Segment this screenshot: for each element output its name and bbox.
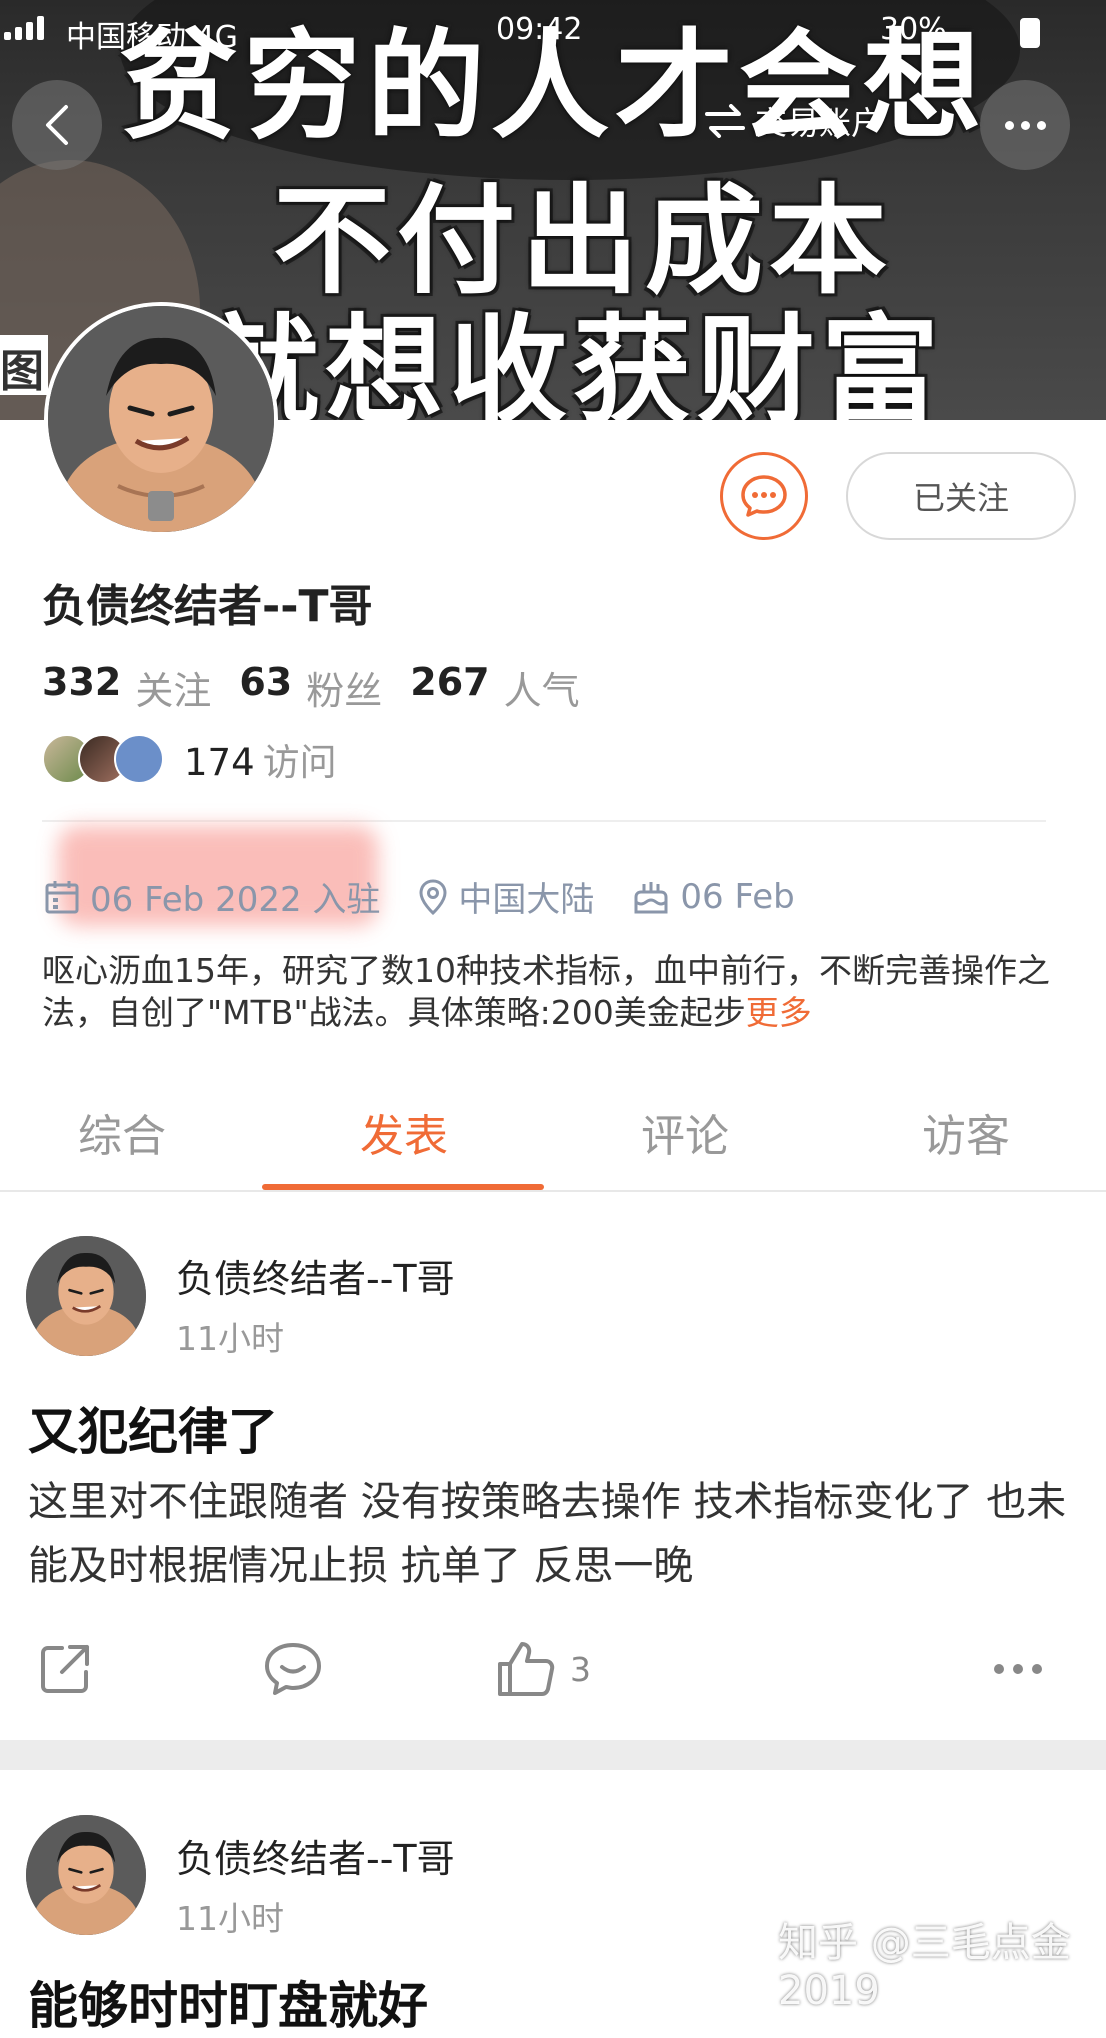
- location-label: 中国大陆: [458, 880, 595, 920]
- like-count: 3: [570, 1649, 591, 1689]
- post-time: 11小时: [176, 1319, 284, 1358]
- location: 中国大陆: [418, 872, 594, 921]
- tab-overview[interactable]: 综合: [0, 1100, 262, 1164]
- avatar-cartoon-icon: [48, 306, 274, 532]
- battery-icon: [1020, 18, 1040, 48]
- chat-bubble-icon: [741, 475, 787, 517]
- carrier-label: 中国移动 4G: [66, 20, 238, 55]
- more-dot-icon: [1020, 120, 1030, 130]
- popularity-label: 人气: [503, 669, 580, 713]
- location-pin-icon: [419, 878, 447, 915]
- post-separator: [0, 1740, 1106, 1770]
- post-author-name[interactable]: 负债终结者--T哥: [176, 1828, 455, 1883]
- visits-summary: 174 访问: [184, 732, 337, 786]
- post-actions: 3: [0, 1640, 1106, 1710]
- tab-comments[interactable]: 评论: [545, 1100, 825, 1164]
- back-button[interactable]: [12, 80, 102, 170]
- profile-stats: 332 关注 63 粉丝 267 人气: [42, 660, 594, 715]
- cake-icon: [634, 881, 668, 913]
- share-icon: [41, 1645, 89, 1693]
- post-author-name[interactable]: 负债终结者--T哥: [176, 1248, 455, 1303]
- signal-icon: [4, 16, 44, 40]
- post-more-button[interactable]: [994, 1664, 1042, 1674]
- message-button[interactable]: [720, 452, 808, 540]
- divider: [0, 1190, 1106, 1192]
- more-dot-icon: [1036, 120, 1046, 130]
- battery-percent: 30%: [880, 12, 947, 47]
- visits-label: 访问: [262, 741, 337, 784]
- visitor-avatar: [114, 734, 164, 784]
- bio-text: 呕心沥血15年，研究了数10种技术指标，血中前行，不断完善操作之法，自创了"MT…: [42, 951, 1050, 1032]
- more-button[interactable]: [980, 80, 1070, 170]
- clock: 09:42: [496, 12, 583, 47]
- post-time: 11小时: [176, 1899, 284, 1938]
- calendar-icon: [45, 880, 79, 913]
- more-dot-icon: [1004, 120, 1014, 130]
- birthday: 06 Feb: [632, 876, 795, 917]
- share-button[interactable]: [36, 1640, 94, 1698]
- profile-bio: 呕心沥血15年，研究了数10种技术指标，血中前行，不断完善操作之法，自创了"MT…: [42, 950, 1062, 1034]
- followers-count[interactable]: 63: [239, 660, 292, 715]
- followers-label[interactable]: 粉丝: [306, 660, 382, 715]
- profile-tabs: 综合 发表 评论 访客: [0, 1060, 1106, 1188]
- post-body[interactable]: 这里对不住跟随者 没有按策略去操作 技术指标变化了 也未能及时根据情况止损 抗单…: [28, 1470, 1078, 1598]
- trade-account-link[interactable]: 交易账户: [705, 98, 883, 144]
- profile-avatar[interactable]: [44, 302, 278, 536]
- status-bar: 中国移动 4G 09:42 30%: [0, 0, 1106, 60]
- cover-side-text: 图: [0, 335, 48, 395]
- post-title[interactable]: 能够时时盯盘就好: [28, 1966, 428, 2038]
- follow-button[interactable]: 已关注: [846, 452, 1076, 540]
- following-count[interactable]: 332: [42, 660, 121, 715]
- joined-date-label: 06 Feb 2022 入驻: [90, 880, 381, 920]
- comment-button[interactable]: [262, 1640, 324, 1698]
- like-button[interactable]: 3: [496, 1640, 591, 1698]
- following-label[interactable]: 关注: [135, 660, 211, 715]
- tab-visitors[interactable]: 访客: [826, 1100, 1106, 1164]
- bio-more-link[interactable]: 更多: [746, 993, 812, 1032]
- avatar-cartoon-icon: [26, 1236, 146, 1356]
- visits-count: 174: [184, 741, 255, 784]
- profile-meta: 06 Feb 2022 入驻 中国大陆 06 Feb: [44, 872, 833, 921]
- popularity-count: 267: [410, 660, 490, 704]
- watermark: 知乎 @三毛点金2019: [778, 1920, 1071, 2014]
- more-dot-icon: [1032, 1664, 1042, 1674]
- more-dot-icon: [1013, 1664, 1023, 1674]
- more-dot-icon: [994, 1664, 1004, 1674]
- joined-date: 06 Feb 2022 入驻: [44, 872, 380, 921]
- visitors-row[interactable]: 174 访问: [42, 732, 337, 786]
- swap-icon: [705, 104, 745, 138]
- avatar-cartoon-icon: [26, 1815, 146, 1935]
- comment-icon: [265, 1643, 321, 1695]
- chevron-left-icon: [46, 105, 68, 145]
- profile-name: 负债终结者--T哥: [42, 581, 373, 632]
- divider: [42, 820, 1046, 822]
- trade-account-label: 交易账户: [755, 104, 884, 142]
- tab-posts[interactable]: 发表: [264, 1100, 544, 1164]
- birthday-label: 06 Feb: [680, 876, 795, 917]
- post-author-avatar[interactable]: [26, 1815, 146, 1935]
- post-author-avatar[interactable]: [26, 1236, 146, 1356]
- thumbs-up-icon: [498, 1642, 555, 1696]
- post-title[interactable]: 又犯纪律了: [28, 1392, 278, 1464]
